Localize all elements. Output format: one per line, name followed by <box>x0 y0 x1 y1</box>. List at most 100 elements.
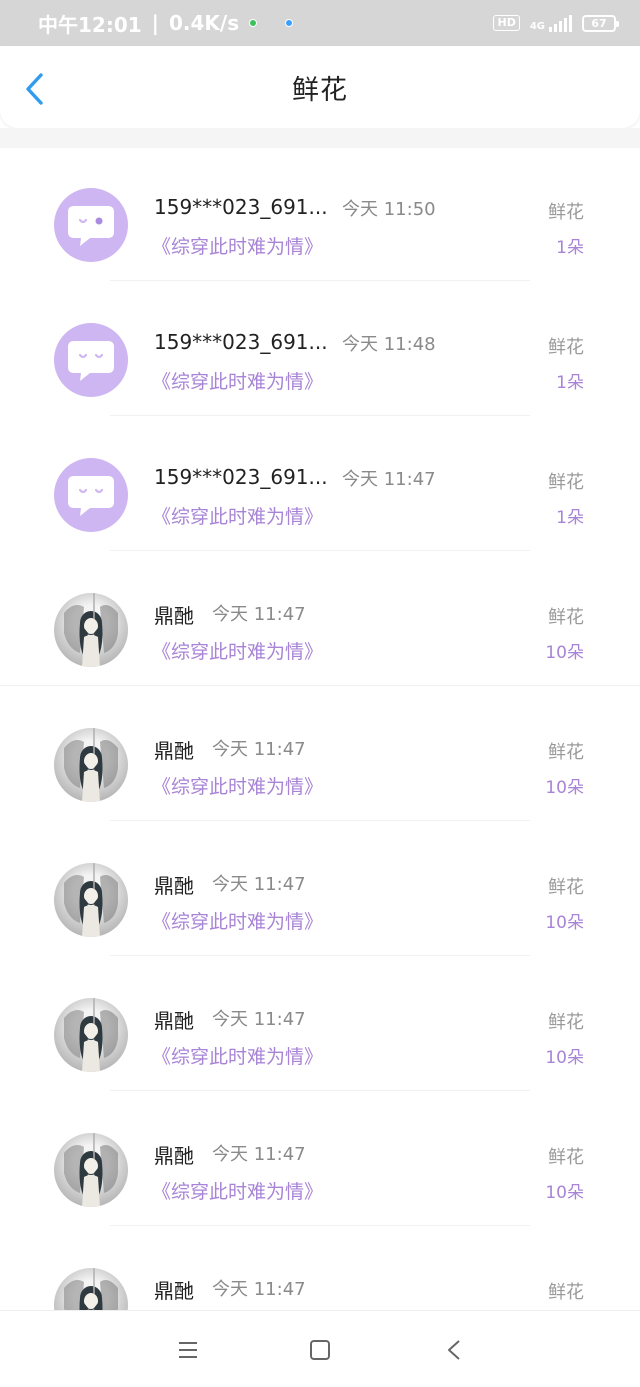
timestamp: 今天 11:47 <box>342 469 436 490</box>
page-title: 鲜花 <box>292 74 348 106</box>
divider <box>110 1225 530 1226</box>
divider <box>110 415 530 416</box>
back-triangle-icon <box>448 1340 460 1360</box>
avatar[interactable] <box>54 458 128 532</box>
avatar[interactable] <box>54 863 128 937</box>
book-title[interactable]: 《综穿此时难为情》 <box>152 1042 323 1069</box>
timestamp: 今天 11:47 <box>212 1009 306 1030</box>
header-spacer <box>0 128 640 148</box>
avatar[interactable] <box>54 593 128 667</box>
gift-count: 10朵 <box>545 1048 584 1068</box>
timestamp: 今天 11:47 <box>212 739 306 760</box>
timestamp: 今天 11:48 <box>342 334 436 355</box>
chevron-left-icon <box>26 73 43 105</box>
system-nav-bar <box>0 1310 640 1387</box>
status-left: 中午12:01 | 0.4K/s <box>38 9 294 38</box>
status-bar: 中午12:01 | 0.4K/s HD 4G 67 <box>0 0 640 46</box>
gift-type: 鲜花 <box>548 337 584 358</box>
avatar[interactable] <box>54 1133 128 1207</box>
gift-type: 鲜花 <box>548 1147 584 1168</box>
list-item[interactable]: 159***023_691... 今天 11:48 《综穿此时难为情》 鲜花 1… <box>0 283 640 418</box>
divider <box>110 550 530 551</box>
avatar[interactable] <box>54 188 128 262</box>
list-item[interactable]: 鼎酏 今天 11:47 《综穿此时难为情》 鲜花 10朵 <box>0 958 640 1093</box>
anime-girl-avatar-icon <box>64 998 118 1072</box>
book-title[interactable]: 《综穿此时难为情》 <box>152 637 323 664</box>
status-right: HD 4G 67 <box>493 14 619 32</box>
gift-type: 鲜花 <box>548 742 584 763</box>
home-square-icon <box>310 1340 330 1360</box>
signal-icon: 4G <box>529 14 572 32</box>
list-item[interactable]: 159***023_691... 今天 11:50 《综穿此时难为情》 鲜花 1… <box>0 148 640 283</box>
user-name: 鼎酏 <box>154 604 194 628</box>
list-item[interactable]: 159***023_691... 今天 11:47 《综穿此时难为情》 鲜花 1… <box>0 418 640 553</box>
chat-icon <box>68 206 114 246</box>
chat-icon <box>68 476 114 516</box>
gift-count: 1朵 <box>556 238 584 258</box>
user-name: 鼎酏 <box>154 874 194 898</box>
anime-girl-avatar-icon <box>64 593 118 667</box>
gift-type: 鲜花 <box>548 1012 584 1033</box>
timestamp: 今天 11:47 <box>212 874 306 895</box>
anime-girl-avatar-icon <box>64 1133 118 1207</box>
status-separator: | <box>151 11 159 35</box>
chat-icon <box>68 341 114 381</box>
user-name: 159***023_691... <box>154 330 328 354</box>
user-name: 159***023_691... <box>154 465 328 489</box>
avatar[interactable] <box>54 728 128 802</box>
app-notification-icon <box>285 19 294 27</box>
timestamp: 今天 11:47 <box>212 1279 306 1300</box>
divider <box>110 1090 530 1091</box>
list-item[interactable]: 鼎酏 今天 11:47 《综穿此时难为情》 鲜花 10朵 <box>0 823 640 958</box>
battery-level: 67 <box>591 16 607 30</box>
gift-type: 鲜花 <box>548 472 584 493</box>
status-time: 中午12:01 <box>38 12 142 37</box>
user-name: 鼎酏 <box>154 1009 194 1033</box>
divider <box>110 820 530 821</box>
wechat-notification-icon <box>249 19 258 27</box>
gift-record-list[interactable]: 159***023_691... 今天 11:50 《综穿此时难为情》 鲜花 1… <box>0 148 640 1310</box>
book-title[interactable]: 《综穿此时难为情》 <box>152 232 323 259</box>
home-button[interactable] <box>308 1338 332 1362</box>
timestamp: 今天 11:47 <box>212 604 306 625</box>
gift-count: 10朵 <box>545 643 584 663</box>
book-title[interactable]: 《综穿此时难为情》 <box>152 367 323 394</box>
network-type: 4G <box>529 20 545 32</box>
page-header: 鲜花 <box>0 46 640 128</box>
anime-girl-avatar-icon <box>64 1268 118 1310</box>
menu-icon <box>179 1342 197 1358</box>
book-title[interactable]: 《综穿此时难为情》 <box>152 1177 323 1204</box>
timestamp: 今天 11:50 <box>342 199 436 220</box>
user-name: 鼎酏 <box>154 1144 194 1168</box>
gift-count: 1朵 <box>556 373 584 393</box>
gift-count: 10朵 <box>545 913 584 933</box>
avatar[interactable] <box>54 323 128 397</box>
gift-type: 鲜花 <box>548 1282 584 1303</box>
gift-count: 10朵 <box>545 1183 584 1203</box>
back-button[interactable] <box>20 72 50 106</box>
divider <box>110 955 530 956</box>
gift-count: 10朵 <box>545 778 584 798</box>
network-speed: 0.4K/s <box>168 11 240 35</box>
list-item[interactable]: 鼎酏 今天 11:47 《综穿此时难为情》 鲜花 10朵 <box>0 688 640 823</box>
battery-icon: 67 <box>582 14 619 32</box>
avatar[interactable] <box>54 1268 128 1310</box>
system-back-button[interactable] <box>442 1338 466 1362</box>
book-title[interactable]: 《综穿此时难为情》 <box>152 502 323 529</box>
anime-girl-avatar-icon <box>64 728 118 802</box>
gift-type: 鲜花 <box>548 877 584 898</box>
gift-type: 鲜花 <box>548 607 584 628</box>
gift-count: 1朵 <box>556 508 584 528</box>
user-name: 鼎酏 <box>154 739 194 763</box>
avatar[interactable] <box>54 998 128 1072</box>
hd-icon: HD <box>493 15 520 31</box>
book-title[interactable]: 《综穿此时难为情》 <box>152 907 323 934</box>
menu-button[interactable] <box>176 1338 200 1362</box>
divider <box>0 685 640 686</box>
timestamp: 今天 11:47 <box>212 1144 306 1165</box>
user-name: 159***023_691... <box>154 195 328 219</box>
book-title[interactable]: 《综穿此时难为情》 <box>152 772 323 799</box>
list-item[interactable]: 鼎酏 今天 11:47 鲜花 <box>0 1228 640 1310</box>
list-item[interactable]: 鼎酏 今天 11:47 《综穿此时难为情》 鲜花 10朵 <box>0 553 640 688</box>
list-item[interactable]: 鼎酏 今天 11:47 《综穿此时难为情》 鲜花 10朵 <box>0 1093 640 1228</box>
